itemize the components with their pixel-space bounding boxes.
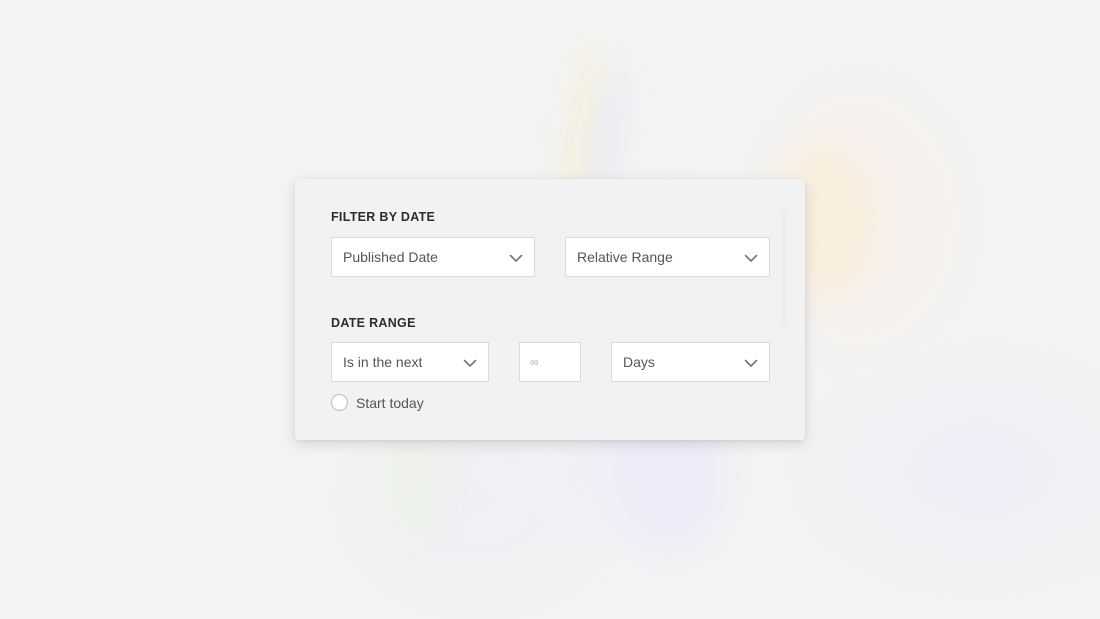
date-field-select[interactable]: Published Date <box>331 237 535 277</box>
scrollbar[interactable] <box>781 211 787 326</box>
range-operator-value: Is in the next <box>343 354 423 370</box>
range-operator-select[interactable]: Is in the next <box>331 342 489 382</box>
range-amount-field[interactable] <box>519 342 581 382</box>
range-type-value: Relative Range <box>577 249 673 265</box>
date-filter-panel: FILTER BY DATE Published Date Relative R… <box>295 179 805 440</box>
chevron-down-icon <box>463 359 477 367</box>
start-today-option[interactable]: Start today <box>331 394 424 411</box>
range-unit-select[interactable]: Days <box>611 342 770 382</box>
date-range-label: DATE RANGE <box>331 316 416 330</box>
range-amount-input[interactable] <box>520 343 580 381</box>
chevron-down-icon <box>509 254 523 262</box>
start-today-label: Start today <box>356 394 424 411</box>
filter-by-date-label: FILTER BY DATE <box>331 210 436 224</box>
range-unit-value: Days <box>623 354 655 370</box>
range-type-select[interactable]: Relative Range <box>565 237 770 277</box>
radio-circle-icon[interactable] <box>331 394 348 411</box>
chevron-down-icon <box>744 254 758 262</box>
date-field-value: Published Date <box>343 249 438 265</box>
chevron-down-icon <box>744 359 758 367</box>
